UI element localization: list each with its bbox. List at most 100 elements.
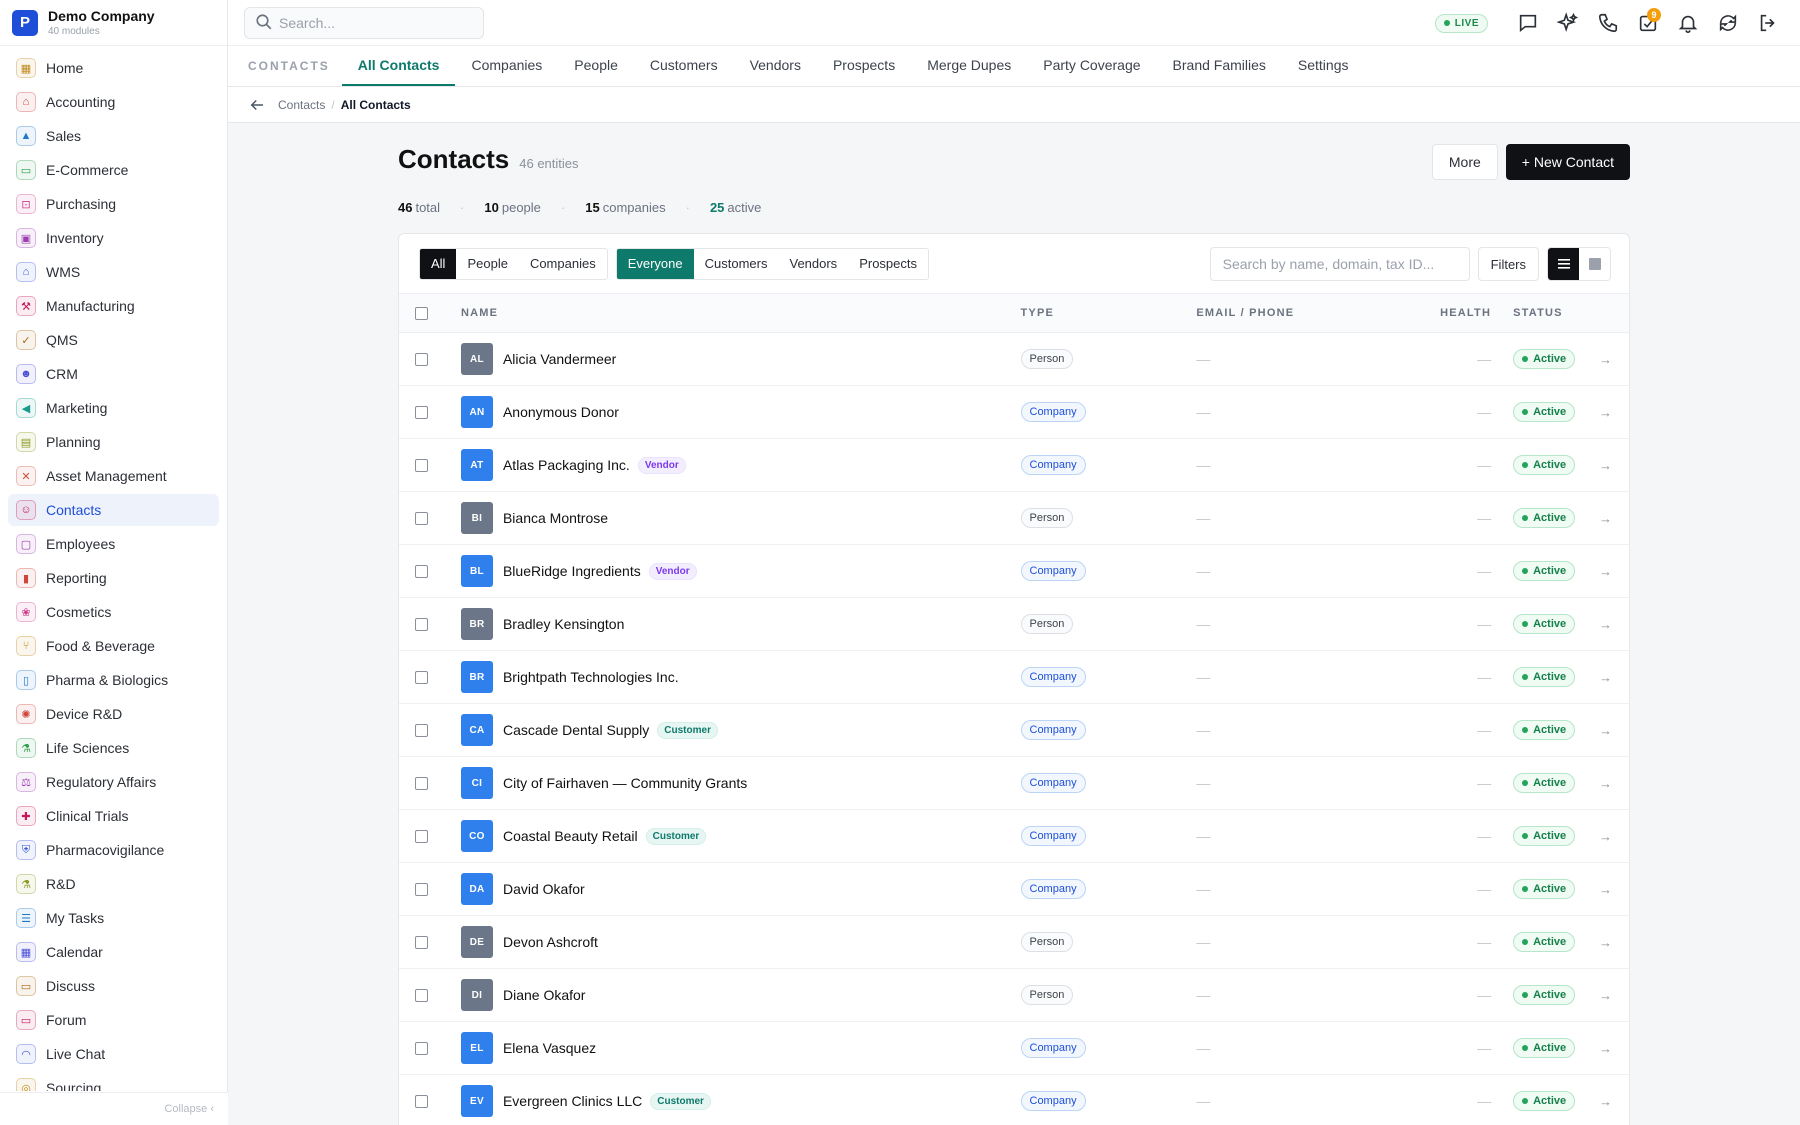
sidebar-item-sourcing[interactable]: ◎ Sourcing: [8, 1072, 219, 1091]
sidebar-item-clinical-trials[interactable]: ✚ Clinical Trials: [8, 800, 219, 832]
contact-name[interactable]: Alicia Vandermeer: [503, 351, 616, 367]
col-type[interactable]: TYPE: [1021, 307, 1197, 319]
collapse-sidebar-button[interactable]: Collapse ‹: [0, 1092, 228, 1125]
contact-name[interactable]: City of Fairhaven — Community Grants: [503, 775, 747, 791]
table-row[interactable]: AT Atlas Packaging Inc. Vendor Company — — Act…: [399, 439, 1629, 492]
row-open-arrow-icon[interactable]: →: [1599, 405, 1629, 420]
filter-customers[interactable]: Customers: [693, 248, 779, 279]
tab-prospects[interactable]: Prospects: [817, 46, 911, 86]
table-row[interactable]: DI Diane Okafor Person — — Active →: [399, 969, 1629, 1022]
sidebar-item-pharma-and-biologics[interactable]: ▯ Pharma & Biologics: [8, 664, 219, 696]
row-open-arrow-icon[interactable]: →: [1599, 882, 1629, 897]
more-button[interactable]: More: [1431, 144, 1498, 180]
tab-brand-families[interactable]: Brand Families: [1157, 46, 1282, 86]
sidebar-item-randd[interactable]: ⚗ R&D: [8, 868, 219, 900]
sidebar-item-manufacturing[interactable]: ⚒ Manufacturing: [8, 290, 219, 322]
table-search-input[interactable]: [1209, 247, 1470, 281]
col-name[interactable]: NAME: [461, 307, 1021, 319]
row-checkbox[interactable]: [415, 670, 428, 684]
row-checkbox[interactable]: [415, 405, 428, 419]
row-checkbox[interactable]: [415, 1041, 428, 1055]
contact-name[interactable]: Coastal Beauty Retail: [503, 828, 638, 844]
row-checkbox[interactable]: [415, 829, 428, 843]
grid-view-icon[interactable]: [1579, 248, 1610, 280]
sidebar-item-discuss[interactable]: ▭ Discuss: [8, 970, 219, 1002]
sidebar-item-crm[interactable]: ☻ CRM: [8, 358, 219, 390]
row-open-arrow-icon[interactable]: →: [1599, 352, 1629, 367]
table-row[interactable]: EV Evergreen Clinics LLC Customer Company — —…: [399, 1075, 1629, 1125]
row-checkbox[interactable]: [415, 776, 428, 790]
row-checkbox[interactable]: [415, 882, 428, 896]
sidebar-item-regulatory-affairs[interactable]: ⚖ Regulatory Affairs: [8, 766, 219, 798]
contact-name[interactable]: David Okafor: [503, 881, 585, 897]
row-checkbox[interactable]: [415, 935, 428, 949]
filter-companies[interactable]: Companies: [518, 248, 607, 279]
table-row[interactable]: AL Alicia Vandermeer Person — — Active →: [399, 333, 1629, 386]
contact-name[interactable]: Bradley Kensington: [503, 616, 624, 632]
row-checkbox[interactable]: [415, 564, 428, 578]
logout-icon[interactable]: [1754, 9, 1782, 37]
filter-vendors[interactable]: Vendors: [778, 248, 849, 279]
row-open-arrow-icon[interactable]: →: [1599, 458, 1629, 473]
inbox-icon[interactable]: 9: [1634, 8, 1662, 37]
table-row[interactable]: CA Cascade Dental Supply Customer Company — —…: [399, 704, 1629, 757]
table-row[interactable]: CO Coastal Beauty Retail Customer Company — —…: [399, 810, 1629, 863]
filter-all[interactable]: All: [420, 248, 457, 279]
back-arrow-icon[interactable]: [248, 96, 266, 114]
filters-button[interactable]: Filters: [1477, 247, 1539, 281]
table-row[interactable]: BL BlueRidge Ingredients Vendor Company — — Ac…: [399, 545, 1629, 598]
sidebar-item-reporting[interactable]: ▮ Reporting: [8, 562, 219, 594]
row-checkbox[interactable]: [415, 1094, 428, 1108]
col-health[interactable]: HEALTH: [1396, 307, 1501, 319]
row-open-arrow-icon[interactable]: →: [1599, 511, 1629, 526]
chat-icon[interactable]: [1514, 9, 1542, 37]
tab-customers[interactable]: Customers: [634, 46, 734, 86]
sidebar-item-live-chat[interactable]: ◠ Live Chat: [8, 1038, 219, 1070]
filter-everyone[interactable]: Everyone: [616, 248, 694, 279]
tab-all-contacts[interactable]: All Contacts: [341, 46, 456, 86]
tab-settings[interactable]: Settings: [1282, 46, 1365, 86]
row-open-arrow-icon[interactable]: →: [1599, 723, 1629, 738]
row-checkbox[interactable]: [415, 617, 428, 631]
contact-name[interactable]: Evergreen Clinics LLC: [503, 1093, 642, 1109]
contact-name[interactable]: Brightpath Technologies Inc.: [503, 669, 679, 685]
sidebar-item-qms[interactable]: ✓ QMS: [8, 324, 219, 356]
sidebar-item-home[interactable]: ▦ Home: [8, 52, 219, 84]
contact-name[interactable]: Bianca Montrose: [503, 510, 608, 526]
table-row[interactable]: AN Anonymous Donor Company — — Active →: [399, 386, 1629, 439]
breadcrumb-contacts[interactable]: Contacts: [278, 98, 325, 112]
sidebar-item-accounting[interactable]: ⌂ Accounting: [8, 86, 219, 118]
tab-people[interactable]: People: [558, 46, 634, 86]
brand[interactable]: P Demo Company 40 modules: [0, 0, 227, 46]
row-checkbox[interactable]: [415, 988, 428, 1002]
global-search[interactable]: [244, 7, 484, 39]
global-search-input[interactable]: [279, 15, 469, 31]
bell-icon[interactable]: [1674, 9, 1702, 37]
sidebar-item-forum[interactable]: ▭ Forum: [8, 1004, 219, 1036]
table-row[interactable]: CI City of Fairhaven — Community Grants Co…: [399, 757, 1629, 810]
sidebar-item-inventory[interactable]: ▣ Inventory: [8, 222, 219, 254]
contact-name[interactable]: Anonymous Donor: [503, 404, 619, 420]
row-open-arrow-icon[interactable]: →: [1599, 1041, 1629, 1056]
sidebar-item-pharmacovigilance[interactable]: ⛨ Pharmacovigilance: [8, 834, 219, 866]
sidebar-item-sales[interactable]: ▲ Sales: [8, 120, 219, 152]
row-open-arrow-icon[interactable]: →: [1599, 988, 1629, 1003]
contact-name[interactable]: Atlas Packaging Inc.: [503, 457, 630, 473]
row-open-arrow-icon[interactable]: →: [1599, 670, 1629, 685]
filter-prospects[interactable]: Prospects: [848, 248, 928, 279]
sidebar-item-planning[interactable]: ▤ Planning: [8, 426, 219, 458]
contact-name[interactable]: Devon Ashcroft: [503, 934, 598, 950]
new-contact-button[interactable]: + New Contact: [1505, 144, 1630, 180]
row-open-arrow-icon[interactable]: →: [1599, 617, 1629, 632]
select-all-checkbox[interactable]: [415, 306, 428, 320]
sidebar-item-calendar[interactable]: ▦ Calendar: [8, 936, 219, 968]
sidebar-item-cosmetics[interactable]: ❀ Cosmetics: [8, 596, 219, 628]
row-open-arrow-icon[interactable]: →: [1599, 829, 1629, 844]
col-status[interactable]: STATUS: [1501, 307, 1599, 319]
sparkle-ai-icon[interactable]: [1554, 9, 1582, 37]
sidebar-item-e-commerce[interactable]: ▭ E-Commerce: [8, 154, 219, 186]
contact-name[interactable]: Diane Okafor: [503, 987, 585, 1003]
row-checkbox[interactable]: [415, 511, 428, 525]
row-checkbox[interactable]: [415, 723, 428, 737]
row-open-arrow-icon[interactable]: →: [1599, 935, 1629, 950]
